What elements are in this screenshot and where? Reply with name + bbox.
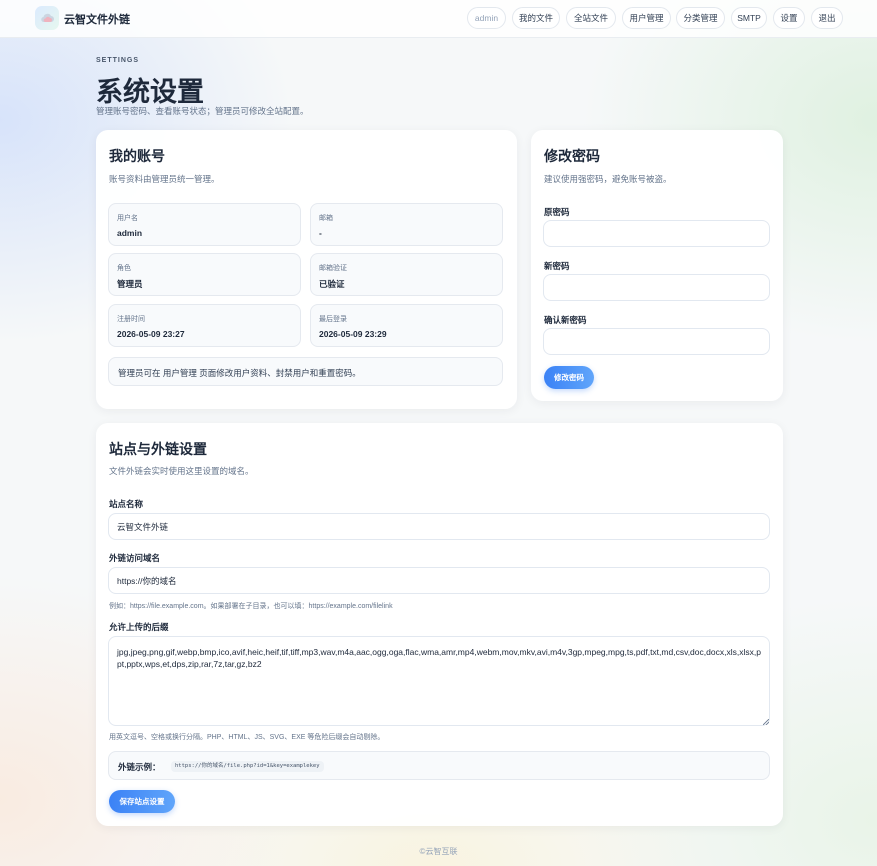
nav-user-admin[interactable]: admin xyxy=(467,7,506,29)
email-verification-info: 邮箱验证 已验证 xyxy=(310,253,503,296)
resize-handle-icon[interactable] xyxy=(763,719,769,725)
info-value: - xyxy=(319,228,322,238)
extensions-hint: 用英文逗号、空格或换行分隔。PHP、HTML、JS、SVG、EXE 等危险后缀会… xyxy=(109,734,385,741)
my-account-card: 我的账号 账号资料由管理员统一管理。 用户名 admin 邮箱 - 角色 管理员… xyxy=(96,130,517,409)
nav-settings[interactable]: 设置 xyxy=(773,7,805,29)
nav-my-files[interactable]: 我的文件 xyxy=(512,7,560,29)
site-card-title: 站点与外链设置 xyxy=(109,441,207,457)
nav-all-files[interactable]: 全站文件 xyxy=(566,7,616,29)
site-name-label: 站点名称 xyxy=(109,499,144,509)
site-name-input[interactable] xyxy=(108,513,770,540)
info-value: 2026-05-09 23:29 xyxy=(319,329,387,339)
page-eyebrow: SETTINGS xyxy=(96,57,140,64)
info-value: 2026-05-09 23:27 xyxy=(117,329,185,339)
nav-user-management[interactable]: 用户管理 xyxy=(622,7,671,29)
new-password-label: 新密码 xyxy=(544,261,570,271)
info-label: 邮箱验证 xyxy=(319,265,347,272)
info-label: 邮箱 xyxy=(319,215,333,222)
allowed-extensions-label: 允许上传的后缀 xyxy=(109,622,169,632)
link-domain-input[interactable] xyxy=(108,567,770,594)
old-password-input[interactable] xyxy=(543,220,770,247)
top-navigation-bar: 云智文件外链 admin 我的文件 全站文件 用户管理 分类管理 SMTP 设置… xyxy=(0,0,877,38)
nav-smtp[interactable]: SMTP xyxy=(731,7,767,29)
brand-name: 云智文件外链 xyxy=(64,14,130,26)
role-info: 角色 管理员 xyxy=(108,253,301,296)
link-domain-label: 外链访问域名 xyxy=(109,553,161,563)
confirm-password-label: 确认新密码 xyxy=(544,315,587,325)
confirm-password-input[interactable] xyxy=(543,328,770,355)
last-login-info: 最后登录 2026-05-09 23:29 xyxy=(310,304,503,347)
new-password-input[interactable] xyxy=(543,274,770,301)
old-password-label: 原密码 xyxy=(544,207,570,217)
cloud-logo-icon xyxy=(35,6,59,30)
change-password-card: 修改密码 建议使用强密码，避免账号被盗。 原密码 新密码 确认新密码 修改密码 xyxy=(531,130,783,401)
site-settings-card: 站点与外链设置 文件外链会实时使用这里设置的域名。 站点名称 外链访问域名 例如… xyxy=(96,423,783,826)
password-card-title: 修改密码 xyxy=(544,148,600,164)
page-title: 系统设置 xyxy=(96,77,204,107)
info-value: 已验证 xyxy=(319,279,345,289)
password-card-subtitle: 建议使用强密码，避免账号被盗。 xyxy=(544,174,672,184)
footer-copyright: ©云智互联 xyxy=(419,847,458,856)
info-label: 最后登录 xyxy=(319,316,347,323)
nav-category-management[interactable]: 分类管理 xyxy=(676,7,725,29)
account-card-subtitle: 账号资料由管理员统一管理。 xyxy=(109,174,220,184)
info-label: 用户名 xyxy=(117,215,138,222)
registered-time-info: 注册时间 2026-05-09 23:27 xyxy=(108,304,301,347)
save-site-settings-button[interactable]: 保存站点设置 xyxy=(109,790,175,813)
link-example-box: 外链示例： https://你的域名/file.php?id=1&key=exa… xyxy=(108,751,770,780)
nav-logout[interactable]: 退出 xyxy=(811,7,843,29)
email-info: 邮箱 - xyxy=(310,203,503,246)
page-subtitle: 管理账号密码、查看账号状态；管理员可修改全站配置。 xyxy=(96,106,309,116)
admin-note: 管理员可在 用户管理 页面修改用户资料、封禁用户和重置密码。 xyxy=(108,357,503,386)
link-example-label: 外链示例： xyxy=(118,762,161,772)
change-password-button[interactable]: 修改密码 xyxy=(544,366,594,389)
info-label: 注册时间 xyxy=(117,316,145,323)
site-card-subtitle: 文件外链会实时使用这里设置的域名。 xyxy=(109,466,254,476)
link-example-code: https://你的域名/file.php?id=1&key=exampleke… xyxy=(171,761,324,772)
domain-hint: 例如：https://file.example.com。如果部署在子目录，也可以… xyxy=(109,603,393,610)
info-label: 角色 xyxy=(117,265,131,272)
info-value: admin xyxy=(117,228,143,238)
account-card-title: 我的账号 xyxy=(109,148,165,164)
info-value: 管理员 xyxy=(117,279,143,289)
username-info: 用户名 admin xyxy=(108,203,301,246)
allowed-extensions-textarea[interactable]: jpg,jpeg,png,gif,webp,bmp,ico,avif,heic,… xyxy=(108,636,770,726)
